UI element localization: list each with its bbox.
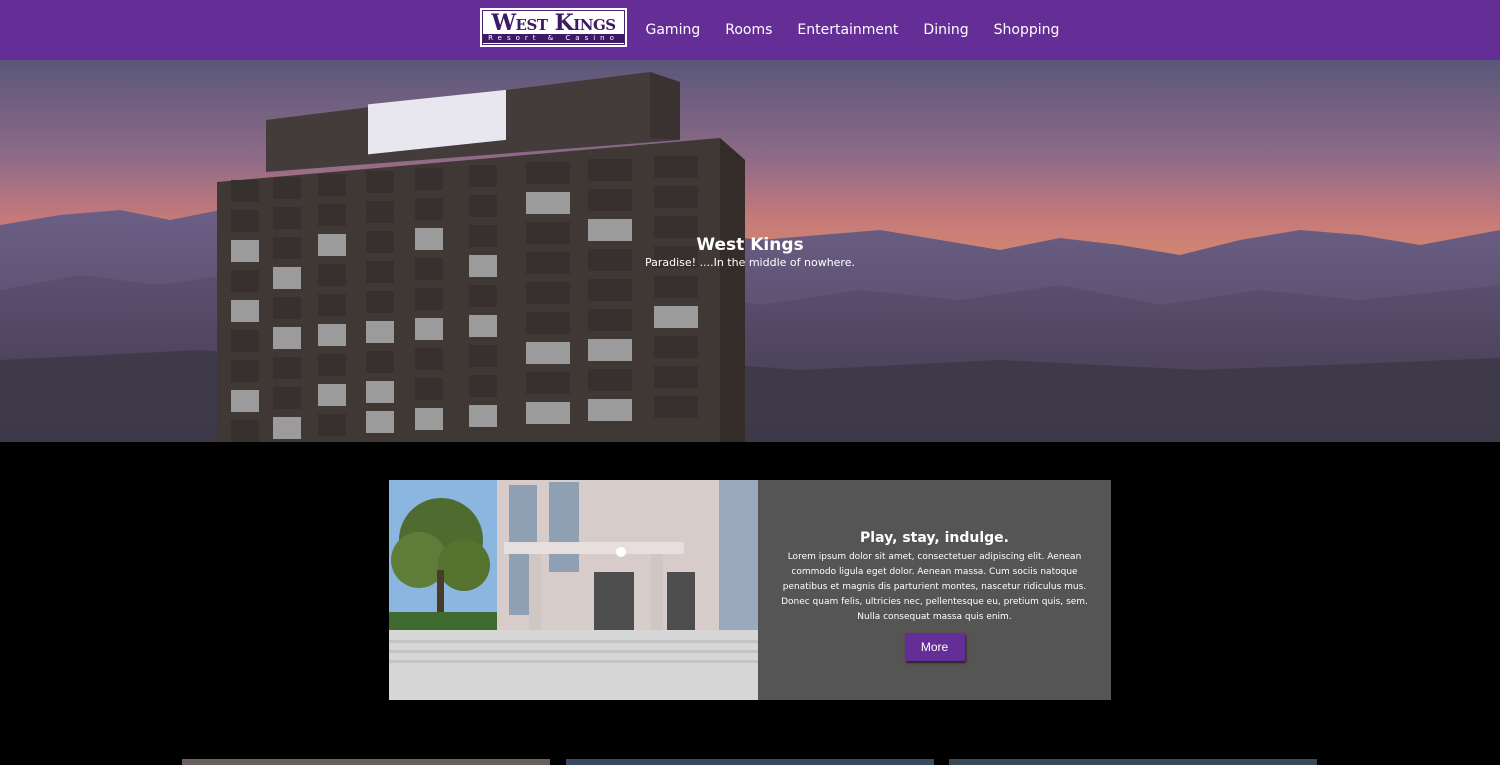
building-window: [318, 384, 346, 406]
building-window: [415, 198, 443, 220]
logo-tagline: Resort & Casino: [483, 34, 624, 43]
main-nav: Gaming Rooms Entertainment Dining Shoppi…: [633, 0, 1072, 60]
building-window: [526, 312, 570, 334]
building-window: [415, 318, 443, 340]
building-window: [654, 156, 698, 178]
nav-item-entertainment[interactable]: Entertainment: [797, 22, 898, 38]
building-window: [654, 306, 698, 328]
building-window: [273, 297, 301, 319]
building-window: [415, 408, 443, 430]
building-window: [231, 420, 259, 442]
logo-wordmark: West Kings: [491, 10, 616, 36]
building-window: [469, 165, 497, 187]
building-window: [231, 180, 259, 202]
building-window: [415, 168, 443, 190]
feature-description: Lorem ipsum dolor sit amet, consectetuer…: [781, 551, 1088, 622]
nav-item-rooms[interactable]: Rooms: [725, 22, 772, 38]
building-window: [231, 390, 259, 412]
building-window: [273, 327, 301, 349]
building-window: [469, 285, 497, 307]
building-window: [366, 351, 394, 373]
building-window: [231, 300, 259, 322]
building-window: [273, 357, 301, 379]
building-window: [366, 321, 394, 343]
building-window: [654, 366, 698, 388]
building-window: [654, 276, 698, 298]
logo-frame: West Kings Resort & Casino: [482, 10, 625, 45]
hero-text: West Kings Paradise! ....In the middle o…: [0, 234, 1500, 270]
building-window: [366, 171, 394, 193]
more-button[interactable]: More: [904, 632, 965, 661]
building-window: [588, 399, 632, 421]
building-window: [526, 342, 570, 364]
top-navigation-bar: West Kings Resort & Casino Gaming Rooms …: [0, 0, 1500, 60]
building-window: [318, 324, 346, 346]
building-window: [415, 378, 443, 400]
building-window: [273, 207, 301, 229]
building-window: [273, 417, 301, 439]
hotel-entrance-image: [389, 480, 758, 700]
building-window: [654, 336, 698, 358]
hero-banner: West Kings Paradise! ....In the middle o…: [0, 60, 1500, 442]
building-window: [366, 201, 394, 223]
nav-item-dining[interactable]: Dining: [923, 22, 968, 38]
building-window: [469, 375, 497, 397]
building-window: [469, 405, 497, 427]
building-window: [588, 189, 632, 211]
building-window: [526, 372, 570, 394]
building-window: [366, 411, 394, 433]
building-window: [273, 177, 301, 199]
hero-title: West Kings: [696, 235, 804, 255]
thumbnail-card[interactable]: [949, 759, 1317, 765]
building-window: [654, 396, 698, 418]
building-window: [526, 162, 570, 184]
building-window: [318, 174, 346, 196]
building-window: [588, 159, 632, 181]
building-window: [588, 369, 632, 391]
brand-logo[interactable]: West Kings Resort & Casino: [480, 8, 627, 47]
building-window: [654, 186, 698, 208]
building-window: [318, 204, 346, 226]
thumbnail-card[interactable]: [182, 759, 550, 765]
building-window: [415, 348, 443, 370]
building-window: [318, 414, 346, 436]
building-window: [273, 387, 301, 409]
hero-subtitle: Paradise! ....In the middle of nowhere.: [645, 256, 855, 269]
building-window: [526, 192, 570, 214]
building-window: [366, 381, 394, 403]
feature-card-body: Play, stay, indulge. Lorem ipsum dolor s…: [758, 480, 1111, 700]
building-window: [526, 282, 570, 304]
nav-item-shopping[interactable]: Shopping: [994, 22, 1060, 38]
building-window: [469, 345, 497, 367]
feature-card: Play, stay, indulge. Lorem ipsum dolor s…: [389, 480, 1111, 700]
feature-title: Play, stay, indulge.: [860, 529, 1009, 546]
building-window: [588, 309, 632, 331]
building-window: [415, 288, 443, 310]
building-window: [469, 195, 497, 217]
building-window: [273, 267, 301, 289]
building-window: [588, 339, 632, 361]
building-window: [366, 291, 394, 313]
building-window: [231, 360, 259, 382]
building-window: [588, 279, 632, 301]
building-window: [231, 210, 259, 232]
building-window: [231, 330, 259, 352]
building-window: [526, 402, 570, 424]
building-window: [318, 294, 346, 316]
building-window: [469, 315, 497, 337]
building-window: [231, 270, 259, 292]
nav-item-gaming[interactable]: Gaming: [646, 22, 701, 38]
thumbnail-card[interactable]: [566, 759, 934, 765]
building-window: [318, 354, 346, 376]
